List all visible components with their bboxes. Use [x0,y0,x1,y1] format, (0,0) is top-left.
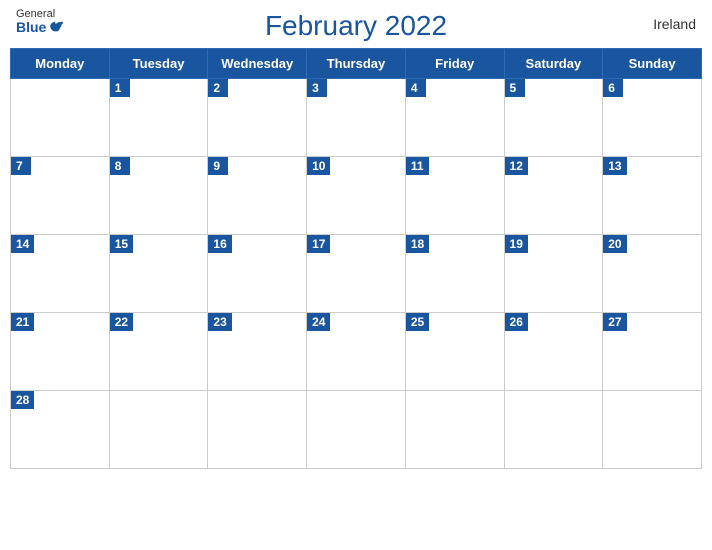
day-cell-0-1: 1 [109,79,208,157]
day-cell-1-3: 10 [307,157,406,235]
day-number-11: 11 [406,157,429,175]
day-number-17: 17 [307,235,330,253]
day-cell-4-4 [405,391,504,469]
day-cell-2-4: 18 [405,235,504,313]
day-cell-2-6: 20 [603,235,702,313]
day-cell-3-4: 25 [405,313,504,391]
week-row-3: 14 15 16 17 18 19 20 [11,235,702,313]
day-number-15: 15 [110,235,133,253]
day-number-7: 7 [11,157,31,175]
day-number-1: 1 [110,79,130,97]
day-number-9: 9 [208,157,228,175]
day-number-8: 8 [110,157,130,175]
logo-bird-icon [48,20,64,36]
logo-blue-text: Blue [16,20,64,36]
day-cell-2-5: 19 [504,235,603,313]
day-number-10: 10 [307,157,330,175]
day-number-18: 18 [406,235,429,253]
day-number-6: 6 [603,79,623,97]
day-cell-4-3 [307,391,406,469]
day-cell-1-0: 7 [11,157,110,235]
day-cell-0-0 [11,79,110,157]
week-row-1: 1 2 3 4 5 6 [11,79,702,157]
day-number-3: 3 [307,79,327,97]
day-cell-2-2: 16 [208,235,307,313]
day-number-14: 14 [11,235,34,253]
logo-general-text: General [16,8,55,20]
day-cell-1-2: 9 [208,157,307,235]
header-wednesday: Wednesday [208,49,307,79]
day-cell-1-1: 8 [109,157,208,235]
calendar-table: Monday Tuesday Wednesday Thursday Friday… [10,48,702,469]
day-cell-0-6: 6 [603,79,702,157]
day-number-27: 27 [603,313,626,331]
day-number-20: 20 [603,235,626,253]
day-cell-4-5 [504,391,603,469]
day-cell-1-6: 13 [603,157,702,235]
day-number-22: 22 [110,313,133,331]
day-cell-2-3: 17 [307,235,406,313]
week-row-5: 28 [11,391,702,469]
week-row-2: 7 8 9 10 11 12 13 [11,157,702,235]
day-number-4: 4 [406,79,426,97]
day-cell-3-3: 24 [307,313,406,391]
day-cell-0-4: 4 [405,79,504,157]
day-number-16: 16 [208,235,231,253]
day-number-2: 2 [208,79,228,97]
day-cell-0-3: 3 [307,79,406,157]
week-row-4: 21 22 23 24 25 26 27 [11,313,702,391]
day-cell-3-5: 26 [504,313,603,391]
day-cell-0-5: 5 [504,79,603,157]
day-number-21: 21 [11,313,34,331]
day-cell-4-2 [208,391,307,469]
day-number-23: 23 [208,313,231,331]
header-saturday: Saturday [504,49,603,79]
day-cell-4-6 [603,391,702,469]
day-cell-1-4: 11 [405,157,504,235]
day-cell-4-1 [109,391,208,469]
day-number-24: 24 [307,313,330,331]
day-headers-row: Monday Tuesday Wednesday Thursday Friday… [11,49,702,79]
day-cell-4-0: 28 [11,391,110,469]
day-cell-3-2: 23 [208,313,307,391]
day-cell-1-5: 12 [504,157,603,235]
day-cell-0-2: 2 [208,79,307,157]
day-number-25: 25 [406,313,429,331]
header-sunday: Sunday [603,49,702,79]
calendar-header: General Blue February 2022 Ireland [0,0,712,48]
country-label: Ireland [653,16,696,32]
day-number-19: 19 [505,235,528,253]
day-number-28: 28 [11,391,34,409]
header-monday: Monday [11,49,110,79]
day-number-13: 13 [603,157,626,175]
day-number-12: 12 [505,157,528,175]
header-tuesday: Tuesday [109,49,208,79]
day-number-26: 26 [505,313,528,331]
day-cell-3-1: 22 [109,313,208,391]
calendar-body: 1234567891011121314151617181920212223242… [11,79,702,469]
day-cell-3-0: 21 [11,313,110,391]
header-friday: Friday [405,49,504,79]
day-cell-2-0: 14 [11,235,110,313]
day-cell-3-6: 27 [603,313,702,391]
day-number-5: 5 [505,79,525,97]
calendar-title: February 2022 [265,10,447,42]
day-cell-2-1: 15 [109,235,208,313]
logo: General Blue [16,8,64,36]
header-thursday: Thursday [307,49,406,79]
